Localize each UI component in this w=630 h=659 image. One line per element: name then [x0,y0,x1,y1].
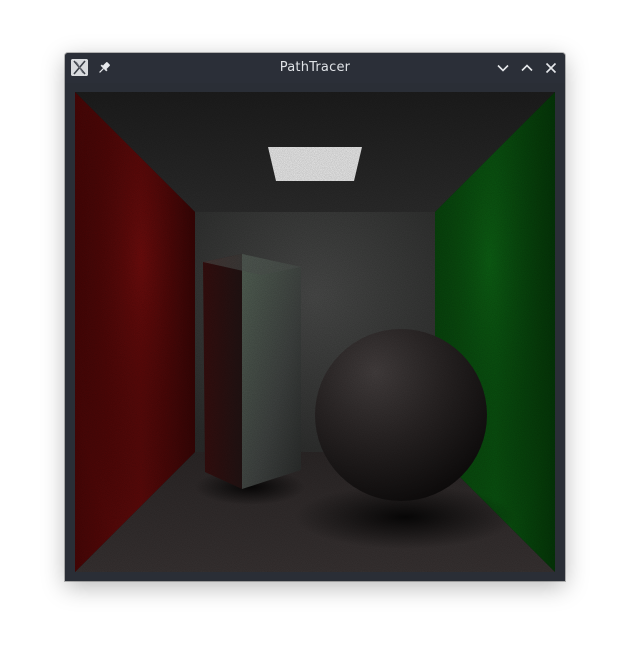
pathtracer-window: PathTracer [65,53,565,581]
minimize-button[interactable] [494,59,512,77]
render-canvas [75,92,555,572]
maximize-button[interactable] [518,59,536,77]
close-button[interactable] [542,59,560,77]
cornell-box-render [75,92,555,572]
window-title: PathTracer [279,60,351,75]
chevron-down-icon [497,64,509,72]
chevron-up-icon [521,64,533,72]
title-bar[interactable]: PathTracer [65,53,565,83]
close-icon [545,62,557,74]
